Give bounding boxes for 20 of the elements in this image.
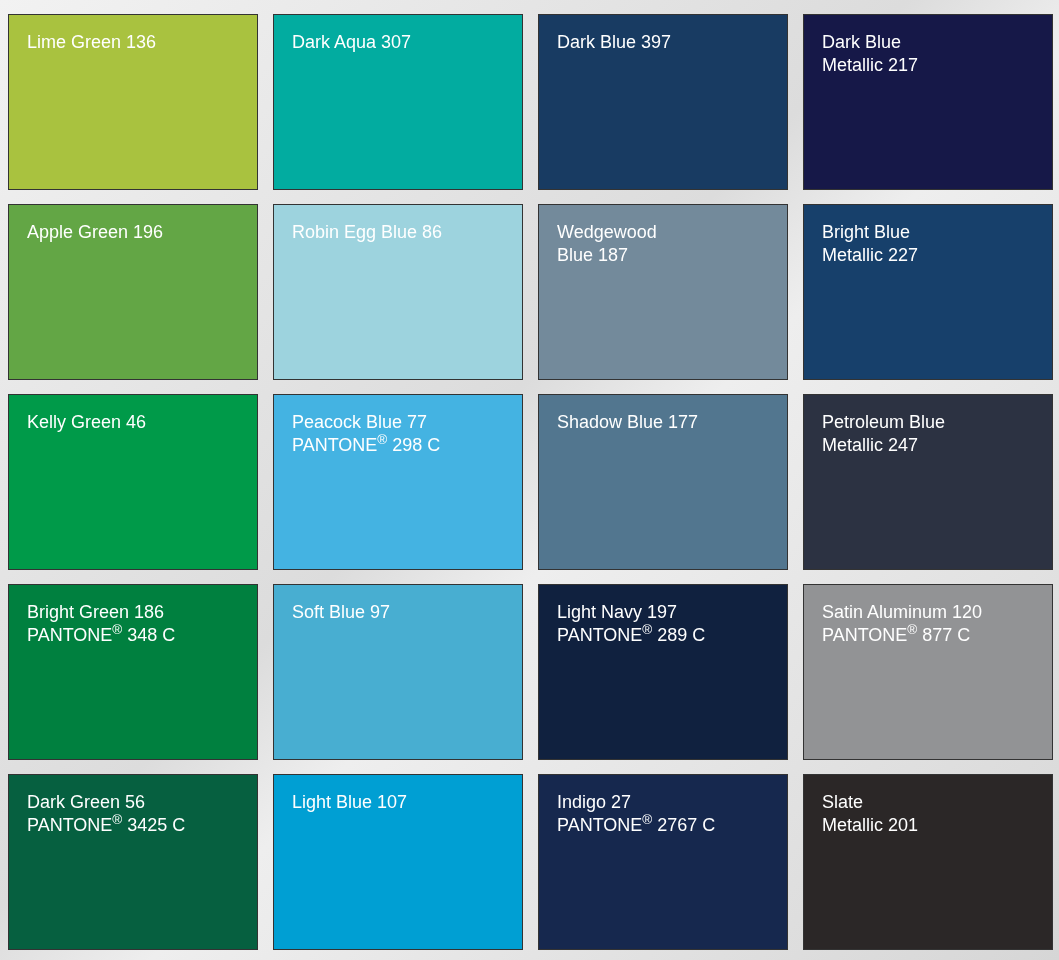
- swatch-label: Light Blue 107: [292, 791, 409, 814]
- swatch-label: Petroleum Blue Metallic 247: [822, 411, 947, 457]
- swatch-label: Slate Metallic 201: [822, 791, 920, 837]
- swatch-label: Lime Green 136: [27, 31, 158, 54]
- swatch-label: Dark Blue Metallic 217: [822, 31, 920, 77]
- swatch-label: Indigo 27 PANTONE$^{®}$ 2767 C: [557, 791, 717, 837]
- swatch-label: Wedgewood Blue 187: [557, 221, 658, 267]
- swatch-label: Soft Blue 97: [292, 601, 392, 624]
- swatch-label: Kelly Green 46: [27, 411, 148, 434]
- swatch-label: Apple Green 196: [27, 221, 165, 244]
- swatch-label: Light Navy 197 PANTONE$^{®}$ 289 C: [557, 601, 707, 647]
- swatch-label: Dark Green 56 PANTONE$^{®}$ 3425 C: [27, 791, 187, 837]
- swatch-label: Satin Aluminum 120 PANTONE$^{®}$ 877 C: [822, 601, 984, 647]
- swatch-label: Dark Aqua 307: [292, 31, 413, 54]
- swatch-label: Peacock Blue 77 PANTONE$^{®}$ 298 C: [292, 411, 442, 457]
- swatch-label: Dark Blue 397: [557, 31, 673, 54]
- swatch-label: Shadow Blue 177: [557, 411, 700, 434]
- swatch-label: Robin Egg Blue 86: [292, 221, 444, 244]
- swatch-label: Bright Green 186 PANTONE$^{®}$ 348 C: [27, 601, 177, 647]
- swatch-label: Bright Blue Metallic 227: [822, 221, 920, 267]
